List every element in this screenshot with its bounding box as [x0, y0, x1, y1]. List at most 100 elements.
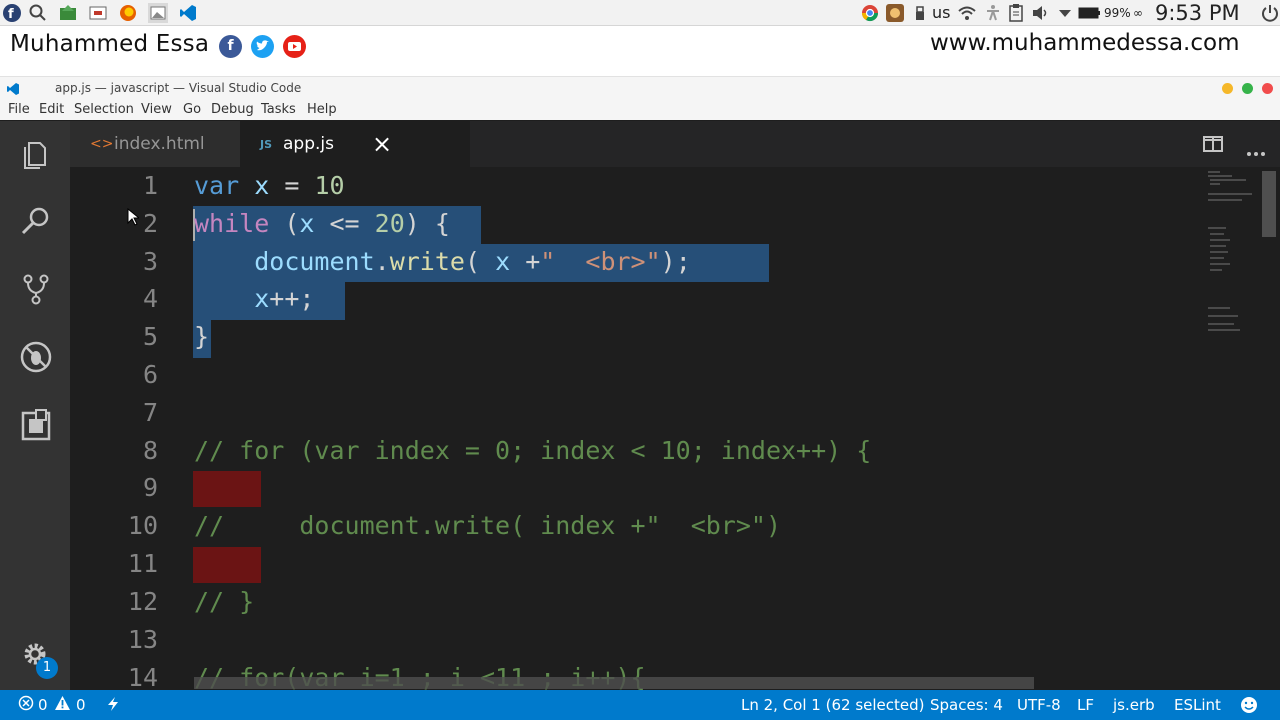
window-title: app.js — javascript — Visual Studio Code [55, 81, 302, 95]
search-icon[interactable] [16, 201, 56, 241]
explorer-icon[interactable] [16, 134, 56, 174]
warning-count[interactable]: 0 [76, 696, 86, 714]
tab-index-html[interactable]: <> index.html [70, 121, 240, 167]
banner-url: www.muhammedessa.com [930, 30, 1240, 56]
home-folder-icon[interactable] [58, 3, 78, 23]
debug-icon[interactable] [16, 337, 56, 377]
battery-suffix: ∞ [1133, 6, 1143, 20]
code-line: // } [194, 587, 255, 616]
minimap-line [1210, 233, 1224, 235]
menu-go[interactable]: Go [183, 102, 201, 117]
cursor-position[interactable]: Ln 2, Col 1 (62 selected) [741, 696, 925, 714]
accessibility-icon[interactable] [983, 3, 1003, 23]
minimap-line [1210, 179, 1246, 181]
vertical-scrollbar[interactable] [1262, 171, 1276, 237]
tab-app-js[interactable]: JS app.js × [240, 121, 470, 167]
tab-close-icon[interactable]: × [372, 130, 392, 158]
line-number: 9 [142, 473, 158, 502]
minimap-line [1210, 269, 1222, 271]
line-ending[interactable]: LF [1077, 696, 1094, 714]
minimap-line [1210, 239, 1230, 241]
editor-tabs: <> index.html JS app.js × [70, 121, 1280, 167]
banner-name: Muhammed Essa [10, 31, 210, 57]
window-icon[interactable] [88, 3, 108, 23]
minimap-line [1208, 323, 1234, 325]
warning-icon[interactable] [54, 695, 71, 715]
chrome-icon[interactable] [860, 3, 880, 23]
menu-debug[interactable]: Debug [211, 102, 254, 117]
errors-icon[interactable] [18, 695, 34, 715]
encoding[interactable]: UTF-8 [1017, 696, 1061, 714]
clipboard-icon[interactable] [1006, 3, 1026, 23]
line-number: 10 [127, 511, 158, 540]
menu-selection[interactable]: Selection [74, 102, 134, 117]
split-editor-icon[interactable] [1203, 136, 1223, 156]
tab-label: app.js [283, 134, 334, 154]
vscode-icon[interactable] [178, 3, 198, 23]
minimap-line [1208, 329, 1240, 331]
facebook-icon: f [219, 35, 242, 58]
line-number: 13 [127, 625, 158, 654]
twitter-icon [251, 35, 274, 58]
firefox-icon[interactable] [118, 3, 138, 23]
code-line: x++; [254, 284, 315, 313]
extensions-icon[interactable] [16, 405, 56, 445]
minimap-line [1208, 227, 1226, 229]
maximize-button[interactable] [1242, 83, 1253, 94]
line-number: 7 [142, 398, 158, 427]
fedora-icon[interactable]: f [2, 3, 22, 23]
minimap-line [1210, 183, 1220, 185]
app-icon[interactable] [885, 3, 905, 23]
menu-bar: File Edit Selection View Go Debug Tasks … [0, 98, 1280, 120]
mouse-pointer-icon [127, 207, 141, 230]
channel-banner: Muhammed Essa f www.muhammedessa.com [0, 26, 1280, 76]
wifi-icon[interactable] [957, 3, 977, 23]
menu-edit[interactable]: Edit [39, 102, 64, 117]
minimap-line [1210, 257, 1224, 259]
line-number: 5 [142, 322, 158, 351]
menu-view[interactable]: View [141, 102, 172, 117]
language-mode[interactable]: js.erb [1113, 696, 1155, 714]
keyboard-layout[interactable]: us [932, 0, 950, 26]
code-editor[interactable]: 1 2 3 4 5 6 7 8 9 10 11 12 13 14 var x =… [70, 167, 1280, 690]
svg-text:f: f [8, 7, 14, 22]
more-actions-icon[interactable] [1246, 142, 1266, 161]
minimap-line [1210, 245, 1226, 247]
dropdown-icon[interactable] [1055, 3, 1075, 23]
menu-file[interactable]: File [8, 102, 30, 117]
lightning-icon[interactable] [106, 696, 120, 716]
volume-icon[interactable] [1030, 3, 1050, 23]
power-icon[interactable] [1260, 3, 1280, 23]
window-titlebar: app.js — javascript — Visual Studio Code [0, 76, 1280, 98]
activity-bar: 1 [0, 121, 70, 690]
search-icon[interactable] [28, 3, 48, 23]
feedback-smiley-icon[interactable] [1240, 696, 1258, 718]
linter[interactable]: ESLint [1174, 696, 1221, 714]
clock[interactable]: 9:53 PM [1155, 0, 1240, 26]
code-line: while (x <= 20) { [194, 209, 450, 238]
minimize-button[interactable] [1222, 83, 1233, 94]
html-file-icon: <> [90, 136, 114, 152]
indentation[interactable]: Spaces: 4 [930, 696, 1003, 714]
close-button[interactable] [1262, 83, 1273, 94]
line-number: 8 [142, 436, 158, 465]
youtube-icon [283, 35, 306, 58]
error-count[interactable]: 0 [38, 696, 48, 714]
minimap[interactable] [1204, 167, 1266, 690]
line-number: 2 [142, 209, 158, 238]
source-control-icon[interactable] [16, 269, 56, 309]
menu-tasks[interactable]: Tasks [261, 102, 296, 117]
image-viewer-icon[interactable] [148, 3, 168, 23]
minimap-line [1208, 315, 1238, 317]
battery-percent: 99% [1104, 6, 1131, 20]
error-highlight [193, 471, 261, 507]
minimap-line [1208, 193, 1252, 195]
horizontal-scrollbar[interactable] [194, 677, 1034, 689]
js-file-icon: JS [260, 138, 273, 151]
menu-help[interactable]: Help [307, 102, 337, 117]
battery-icon[interactable] [1078, 3, 1102, 23]
code-line: } [194, 322, 210, 351]
app-icon-2[interactable] [910, 3, 930, 23]
settings-badge: 1 [36, 657, 58, 679]
minimap-line [1208, 175, 1232, 177]
